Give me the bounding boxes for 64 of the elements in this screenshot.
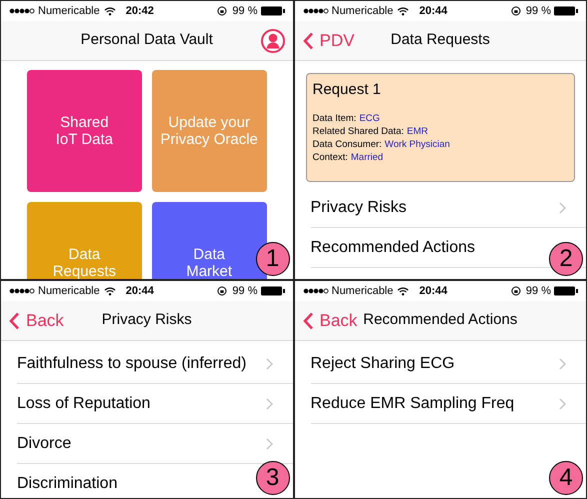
list-item[interactable]: Reduce EMR Sampling Freq [310,384,586,424]
step-number-badge: 2 [549,242,583,276]
battery-percent: 99 % [232,284,258,299]
field-label: Data Consumer: [312,138,382,150]
battery-percent: 99 % [232,4,258,19]
chevron-left-icon [302,312,314,330]
field-value: ECG [359,112,380,124]
battery-icon [554,6,578,16]
carrier-name: Numericable [332,4,394,19]
field-label: Related Shared Data: [312,124,404,138]
step-number-badge: 3 [256,461,290,495]
carrier-name: Numericable [38,4,100,19]
screen-title: Personal Data Vault [80,30,214,50]
menu-tile[interactable]: Shared IoT Data [27,70,142,192]
wifi-icon [104,6,116,16]
chevron-right-icon [266,398,272,410]
clock-time: 20:44 [419,284,448,299]
rotation-lock-icon [510,6,521,16]
back-button[interactable]: PDV [302,28,354,54]
step-number-badge: 4 [549,461,583,495]
profile-icon[interactable] [260,28,284,52]
chevron-right-icon [559,398,566,410]
signal-icon [9,288,35,294]
wifi-icon [397,286,410,296]
rotation-lock-icon [217,286,228,296]
list-item[interactable]: Loss of Reputation [17,384,292,424]
screen-title: Recommended Actions [362,310,518,330]
signal-icon [9,8,35,14]
chevron-right-icon [266,358,272,370]
screen-title: Data Requests [390,30,491,50]
menu-tile[interactable]: Data Market [152,202,266,279]
field-value: Married [350,150,384,164]
chevron-left-icon [9,312,20,330]
wifi-icon [397,6,410,16]
carrier-name: Numericable [332,284,394,299]
battery-icon [260,6,284,16]
back-button[interactable]: Back [302,308,358,334]
screen-title: Privacy Risks [100,310,193,330]
back-button[interactable]: Back [9,308,64,334]
signal-icon [302,288,328,294]
rotation-lock-icon [217,6,228,16]
clock-time: 20:44 [419,4,448,19]
list-item[interactable]: Faithfulness to spouse (inferred) [17,344,292,384]
battery-icon [554,286,578,296]
battery-percent: 99 % [526,4,551,19]
list-item[interactable]: Privacy Risks [310,188,586,228]
list-item[interactable]: Reject Sharing ECG [310,344,586,384]
chevron-right-icon [266,438,272,450]
field-label: Data Item: [312,112,356,124]
field-value: Work Physician [384,138,450,150]
clock-time: 20:44 [126,284,154,299]
field-value: EMR [406,124,428,138]
chevron-left-icon [302,32,314,50]
battery-icon [260,286,284,296]
clock-time: 20:42 [126,4,154,19]
field-label: Context: [312,150,348,164]
chevron-right-icon [559,358,566,370]
battery-percent: 99 % [526,284,551,299]
signal-icon [302,8,328,14]
wifi-icon [104,286,116,296]
carrier-name: Numericable [38,284,100,299]
rotation-lock-icon [510,286,521,296]
request-title: Request 1 [312,80,382,100]
chevron-right-icon [559,202,566,214]
